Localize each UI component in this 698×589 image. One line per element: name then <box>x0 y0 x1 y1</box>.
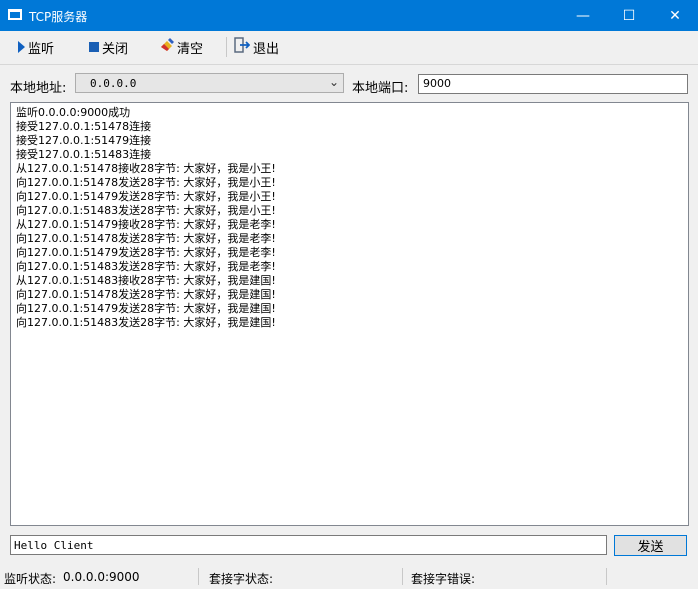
clear-button[interactable]: 清空 <box>160 37 203 57</box>
log-line: 向127.0.0.1:51478发送28字节: 大家好，我是建国! <box>16 288 276 301</box>
close-button[interactable]: 关闭 <box>89 37 128 57</box>
socket-error-label: 套接字错误: <box>411 572 476 586</box>
status-separator <box>402 568 403 585</box>
app-icon <box>8 9 22 20</box>
log-line: 从127.0.0.1:51479接收28字节: 大家好，我是老李! <box>16 218 276 231</box>
close-window-button[interactable]: ✕ <box>652 0 698 31</box>
local-address-dropdown[interactable]: 0.0.0.0 ⌄ <box>75 73 344 93</box>
listen-status-value: 0.0.0.0:9000 <box>63 570 140 584</box>
maximize-button[interactable]: ☐ <box>606 0 652 31</box>
log-line: 向127.0.0.1:51479发送28字节: 大家好，我是建国! <box>16 302 276 315</box>
log-line: 接受127.0.0.1:51478连接 <box>16 120 152 133</box>
log-line: 接受127.0.0.1:51483连接 <box>16 148 152 161</box>
window-title: TCP服务器 <box>29 10 88 24</box>
clear-label: 清空 <box>177 41 204 57</box>
title-bar: TCP服务器 — ☐ ✕ <box>0 0 698 31</box>
local-address-label: 本地地址: <box>10 81 67 96</box>
eraser-icon <box>160 38 174 56</box>
toolbar: 监听 关闭 清空 退出 <box>0 31 698 65</box>
message-log[interactable]: 监听0.0.0.0:9000成功 接受127.0.0.1:51478连接 接受127… <box>10 102 689 526</box>
log-line: 向127.0.0.1:51483发送28字节: 大家好，我是老李! <box>16 260 276 273</box>
log-line: 向127.0.0.1:51479发送28字节: 大家好，我是小王! <box>16 190 276 203</box>
log-line: 接受127.0.0.1:51479连接 <box>16 134 152 147</box>
listen-status-label: 监听状态: <box>4 572 57 586</box>
local-address-value: 0.0.0.0 <box>90 77 137 90</box>
minimize-button[interactable]: — <box>560 0 606 31</box>
log-line: 从127.0.0.1:51483接收28字节: 大家好，我是建国! <box>16 274 276 287</box>
listen-button[interactable]: 监听 <box>18 37 54 57</box>
play-icon <box>18 41 25 53</box>
send-button[interactable]: 发送 <box>614 535 687 556</box>
log-line: 向127.0.0.1:51479发送28字节: 大家好，我是老李! <box>16 246 276 259</box>
status-bar: 监听状态: 0.0.0.0:9000 套接字状态: 套接字错误: <box>0 563 698 589</box>
log-line: 向127.0.0.1:51478发送28字节: 大家好，我是老李! <box>16 232 276 245</box>
send-message-input[interactable]: Hello Client <box>10 535 607 555</box>
chevron-down-icon: ⌄ <box>328 75 339 89</box>
toolbar-separator <box>226 37 227 57</box>
log-line: 从127.0.0.1:51478接收28字节: 大家好，我是小王! <box>16 162 276 175</box>
local-port-label: 本地端口: <box>352 81 409 96</box>
log-line: 监听0.0.0.0:9000成功 <box>16 106 131 119</box>
stop-icon <box>89 42 99 52</box>
status-separator <box>198 568 199 585</box>
close-label: 关闭 <box>102 41 129 57</box>
exit-button[interactable]: 退出 <box>234 37 279 57</box>
listen-label: 监听 <box>28 41 55 57</box>
socket-status-label: 套接字状态: <box>209 572 274 586</box>
log-line: 向127.0.0.1:51483发送28字节: 大家好，我是建国! <box>16 316 276 329</box>
local-port-input[interactable]: 9000 <box>418 74 688 94</box>
log-line: 向127.0.0.1:51478发送28字节: 大家好，我是小王! <box>16 176 276 189</box>
exit-label: 退出 <box>253 41 280 57</box>
status-separator <box>606 568 607 585</box>
exit-icon <box>234 37 251 57</box>
log-line: 向127.0.0.1:51483发送28字节: 大家好，我是小王! <box>16 204 276 217</box>
